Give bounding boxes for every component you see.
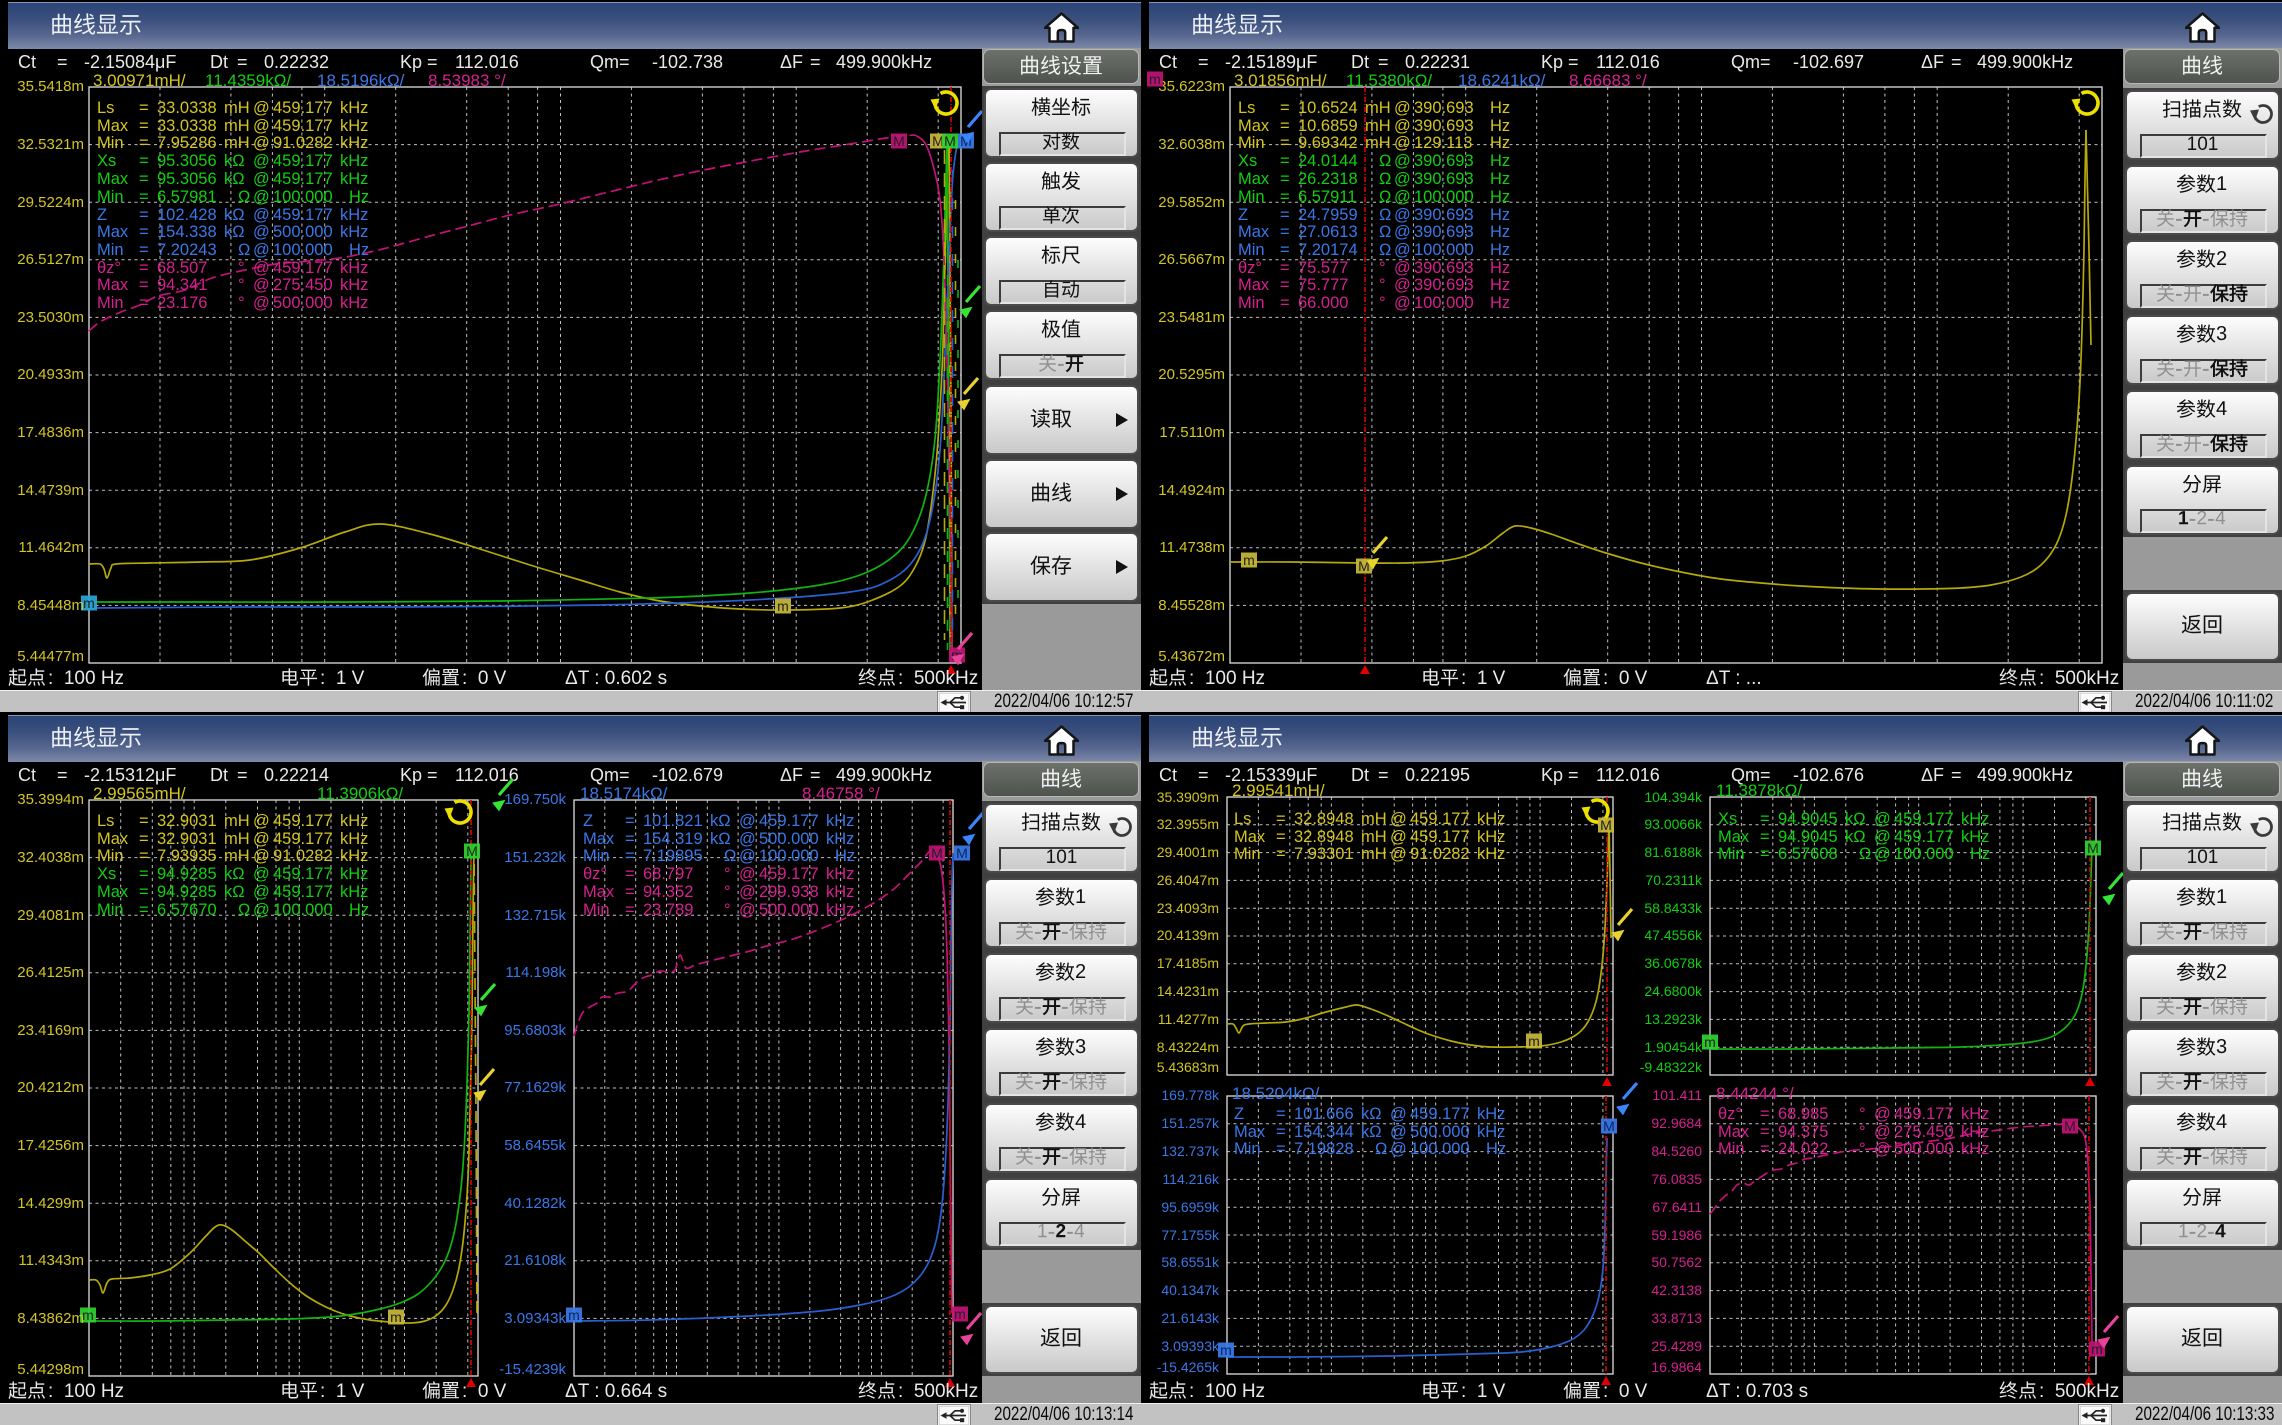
svg-text:m: m (1528, 1033, 1540, 1049)
svg-text:m: m (1704, 1034, 1716, 1050)
svg-text:m: m (1149, 71, 1161, 87)
svg-text:m: m (777, 598, 789, 614)
svg-text:m: m (954, 1306, 966, 1322)
svg-text:M: M (2064, 1118, 2076, 1134)
svg-text:M: M (893, 133, 905, 149)
svg-text:M: M (1600, 817, 1612, 833)
svg-text:M: M (2087, 840, 2099, 856)
svg-text:m: m (1220, 1342, 1232, 1358)
svg-text:m: m (568, 1307, 580, 1323)
svg-text:m: m (83, 595, 95, 611)
svg-text:M: M (956, 845, 968, 861)
svg-text:m: m (1243, 552, 1255, 568)
svg-text:M: M (944, 133, 956, 149)
svg-text:M: M (931, 845, 943, 861)
svg-text:m: m (390, 1309, 402, 1325)
